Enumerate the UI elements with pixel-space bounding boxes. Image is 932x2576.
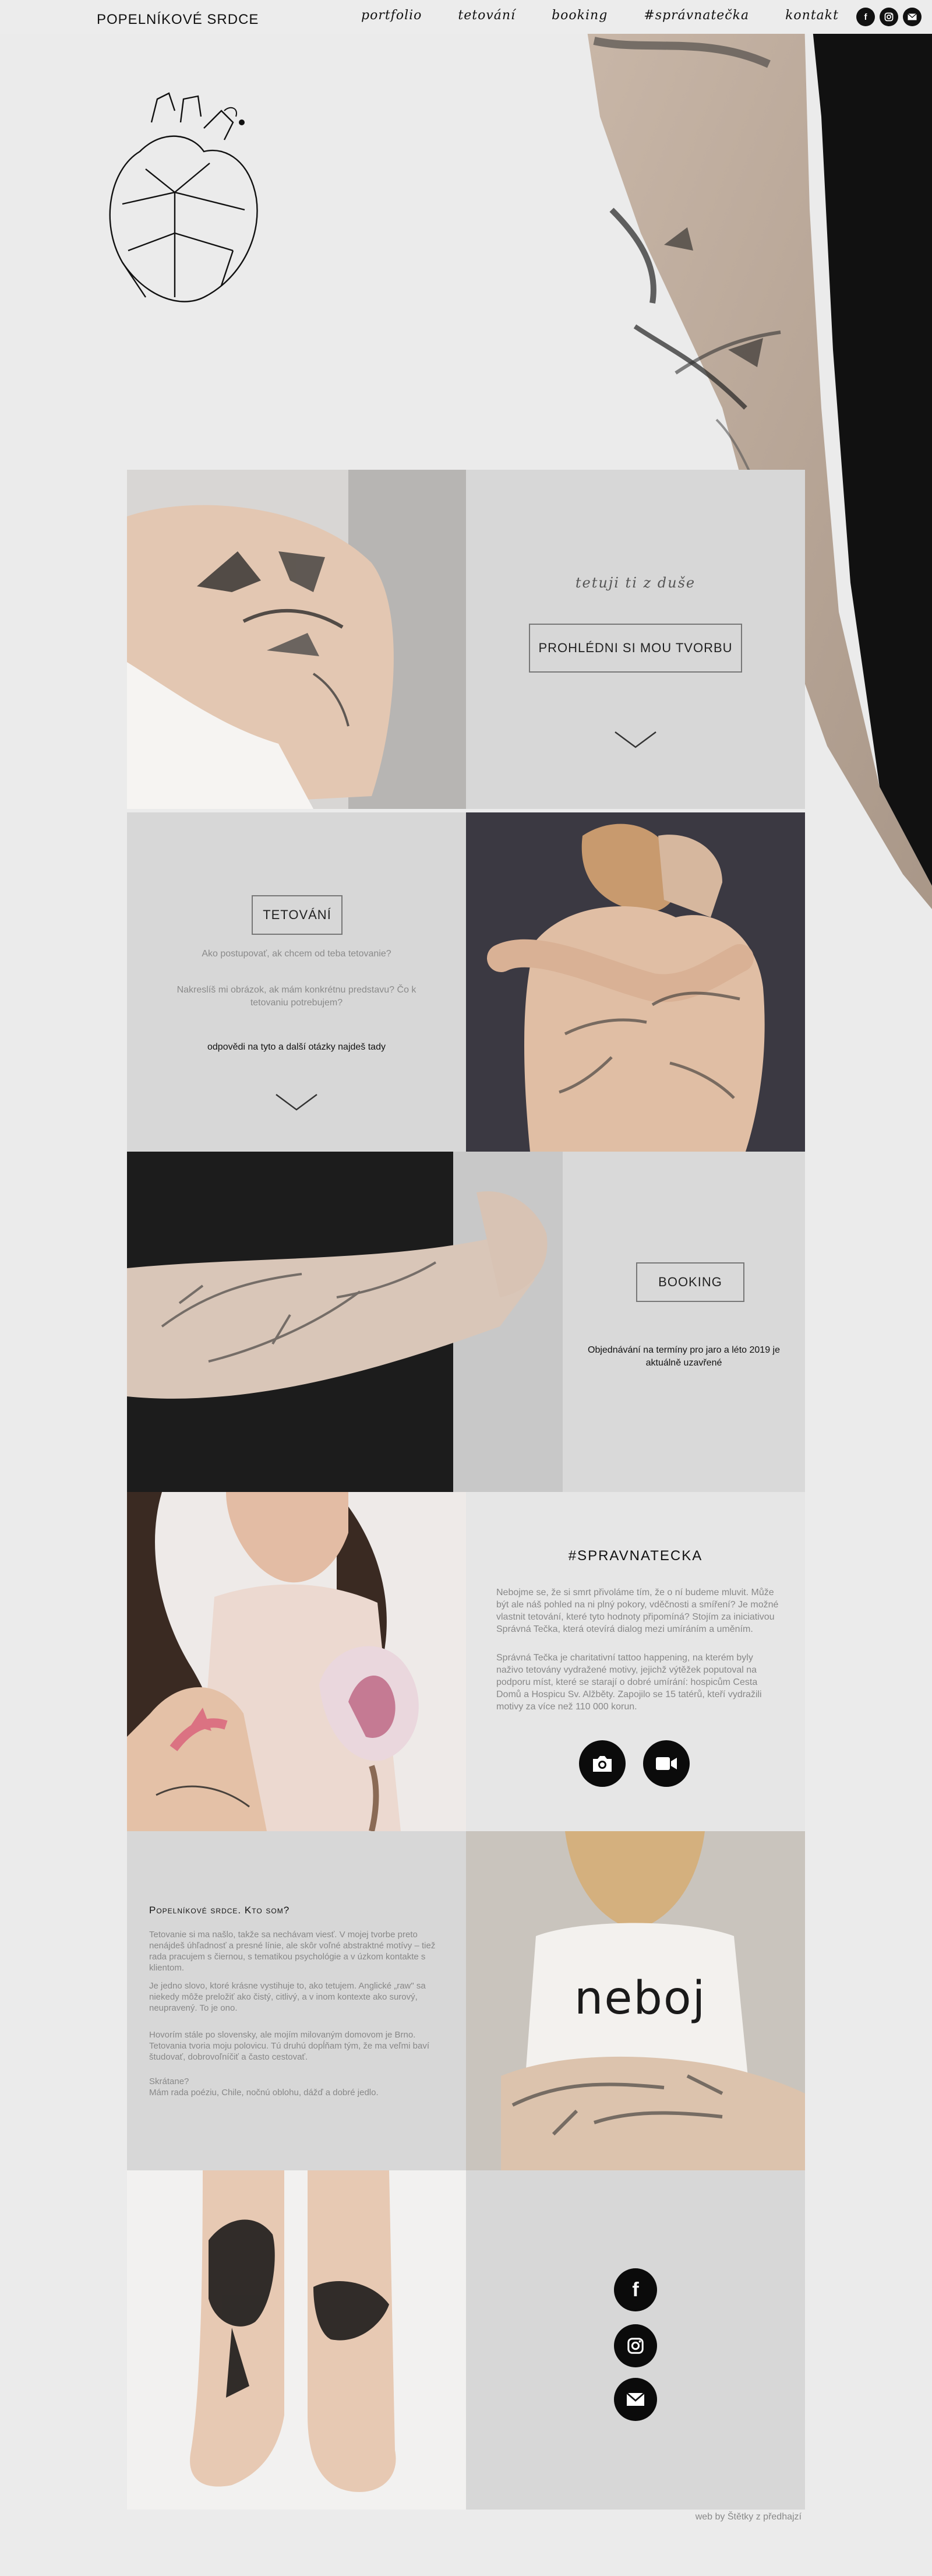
booking-panel: BOOKING Objednávání na termíny pro jaro … — [563, 1152, 805, 1492]
about-paragraph-3: Hovorím stále po slovensky, ale mojím mi… — [149, 2030, 429, 2062]
spravnatecka-title: #SPRAVNATECKA — [568, 1548, 703, 1564]
heart-sketch-illustration — [109, 92, 258, 302]
about-title: Popelníkové srdce. Kto som? — [149, 1905, 290, 1916]
video-icon[interactable] — [643, 1740, 690, 1787]
tagline-script: tetuji ti z duše — [575, 575, 696, 591]
tetovani-panel: TETOVÁNÍ Ako postupovať, ak chcem od teb… — [127, 812, 466, 1152]
camera-icon[interactable] — [579, 1740, 626, 1787]
site-header: POPELNÍKOVÉ SRDCE portfolio tetování boo… — [0, 0, 932, 34]
neboj-shirt-photo: neboj — [466, 1831, 805, 2170]
about-paragraph-2: Je jedno slovo, ktoré krásne vystihuje t… — [149, 1981, 426, 2013]
about-paragraph-1: Tetovanie si ma našlo, takže sa nechávam… — [149, 1930, 436, 1973]
footer-credit[interactable]: web by Štětky z předhajzí — [696, 2512, 802, 2522]
header-social: f — [856, 8, 922, 26]
hero-portfolio-panel: tetuji ti z duše PROHLÉDNI SI MOU TVORBU — [466, 470, 805, 809]
faq-answers-link[interactable]: odpovědi na tyto a další otázky najdeš t… — [174, 1041, 419, 1054]
main-nav: portfolio tetování booking #správnatečka… — [361, 8, 875, 23]
tetovani-button[interactable]: TETOVÁNÍ — [252, 895, 343, 935]
site-logo[interactable]: POPELNÍKOVÉ SRDCE — [97, 12, 259, 28]
legs-tattoo-photo — [127, 2170, 466, 2510]
shirt-text: neboj — [574, 1972, 707, 2025]
nav-spravnatecka[interactable]: #správnatečka — [644, 8, 749, 23]
facebook-icon[interactable]: f — [614, 2268, 657, 2311]
chevron-down-icon[interactable] — [614, 731, 657, 748]
shoulder-tattoo-photo — [127, 470, 466, 809]
instagram-icon[interactable] — [880, 8, 898, 26]
forearm-tattoo-photo — [127, 1152, 563, 1492]
nav-kontakt[interactable]: kontakt — [785, 8, 839, 23]
email-icon[interactable] — [614, 2378, 657, 2421]
about-paragraph-4: Skrátane? Mám rada poéziu, Chile, nočnú … — [149, 2077, 379, 2098]
couple-hug-photo — [466, 812, 805, 1152]
spravnatecka-paragraph-2: Správná Tečka je charitativní tattoo hap… — [496, 1653, 762, 1712]
facebook-icon[interactable]: f — [856, 8, 875, 26]
faq-question-1: Ako postupovať, ak chcem od teba tetovan… — [202, 949, 391, 959]
email-icon[interactable] — [903, 8, 922, 26]
portfolio-button[interactable]: PROHLÉDNI SI MOU TVORBU — [529, 624, 742, 673]
booking-info: Objednávání na termíny pro jaro a léto 2… — [588, 1345, 780, 1368]
booking-button[interactable]: BOOKING — [636, 1262, 744, 1302]
faq-question-2: Nakreslíš mi obrázok, ak mám konkrétnu p… — [176, 985, 416, 1008]
about-panel: Popelníkové srdce. Kto som? Tetovanie si… — [127, 1831, 466, 2170]
nav-booking[interactable]: booking — [552, 8, 608, 23]
spravnatecka-panel: #SPRAVNATECKA Nebojme se, že si smrt při… — [466, 1492, 805, 1831]
spravnatecka-paragraph-1: Nebojme se, že si smrt přivoláme tím, že… — [496, 1588, 779, 1634]
nav-portfolio[interactable]: portfolio — [361, 8, 422, 23]
contact-panel: f — [466, 2170, 805, 2510]
nav-tetovani[interactable]: tetování — [458, 8, 516, 23]
chevron-down-icon[interactable] — [275, 1093, 318, 1111]
magnolia-photo — [127, 1492, 466, 1831]
instagram-icon[interactable] — [614, 2324, 657, 2367]
